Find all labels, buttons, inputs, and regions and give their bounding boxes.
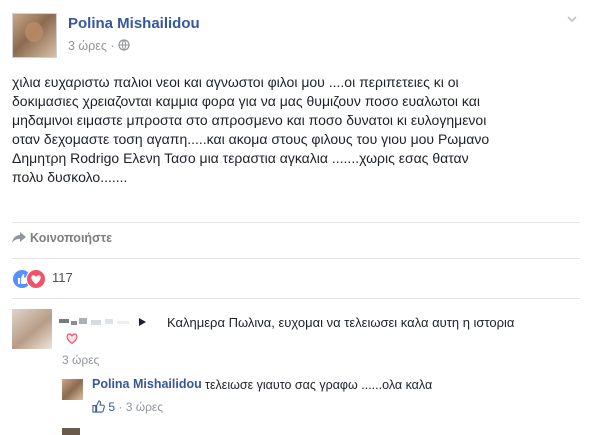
meta-separator: · [118, 400, 123, 414]
chevron-down-icon[interactable] [565, 12, 579, 26]
meta-separator: · [110, 39, 115, 53]
post-text-line: Δημητρη Rodrigo Ελενη Τασο μια τεραστια … [12, 150, 469, 166]
post-text-line: δοκιμασιες χρειαζονται καμμια φορα για ν… [12, 93, 480, 109]
divider [12, 298, 580, 299]
reply-text: τελειωσε γιαυτο σας γραφω ......ολα καλα [205, 378, 433, 392]
post-body: χιλια ευχαριστω παλιοι νεοι και αγνωστοι… [12, 73, 580, 187]
redacted-commenter-name [59, 318, 146, 326]
like-icon[interactable] [92, 400, 105, 413]
comment-text: Καλημερα Πωλινα, ευχομαι να τελειωσει κα… [167, 315, 515, 330]
author-avatar[interactable] [12, 13, 57, 58]
post-text-line: πολυ δυσκολο....... [12, 169, 128, 185]
post-text-line: μηδαμινοι ειμαστε μπροστα στο απροσμενο … [12, 112, 487, 128]
share-label: Κοινοποιήστε [30, 231, 113, 245]
globe-icon [118, 39, 130, 51]
share-button[interactable]: Κοινοποιήστε [12, 231, 112, 245]
love-icon[interactable] [64, 330, 80, 346]
post-text-line: χιλια ευχαριστω παλιοι νεοι και αγνωστοι… [12, 74, 459, 90]
divider [12, 222, 580, 223]
next-comment-avatar[interactable] [62, 428, 80, 435]
reply-timestamp[interactable]: 3 ώρες [126, 400, 163, 414]
comment-timestamp[interactable]: 3 ώρες [62, 353, 99, 367]
post-author-name[interactable]: Polina Mishailidou [68, 15, 200, 32]
reply-meta: 5 · 3 ώρες [92, 400, 163, 414]
reply-author-name[interactable]: Polina Mishailidou [92, 377, 202, 391]
reply-like-count[interactable]: 5 [108, 400, 115, 414]
love-icon [26, 269, 46, 289]
reply-author-avatar[interactable] [62, 379, 83, 400]
reaction-count[interactable]: 117 [52, 270, 73, 285]
post-text-line: οταν δεχομαστε τοση αγαπη.....και ακομα … [12, 131, 490, 147]
post-timestamp[interactable]: 3 ώρες [68, 39, 107, 53]
share-arrow-icon [12, 232, 26, 243]
divider [12, 258, 580, 259]
post-meta: 3 ώρες · [68, 39, 130, 53]
commenter-avatar[interactable] [12, 309, 52, 349]
